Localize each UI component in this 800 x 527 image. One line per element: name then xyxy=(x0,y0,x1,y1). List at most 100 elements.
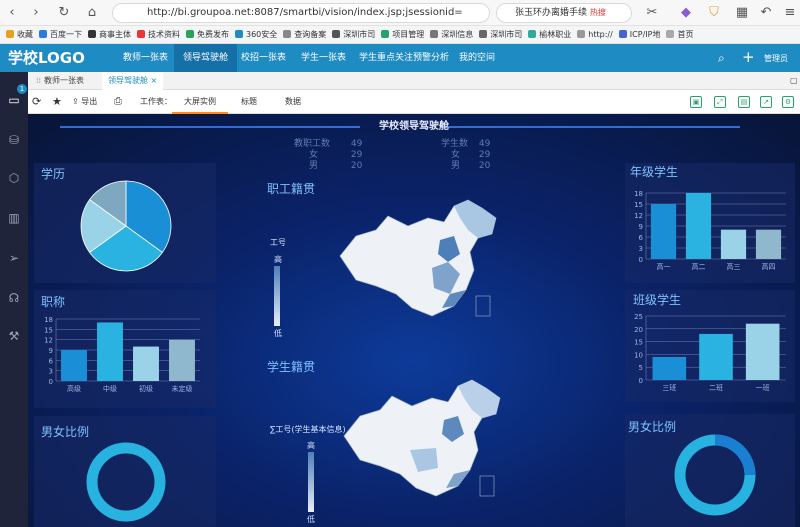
bookmark-item[interactable]: 深圳市司 xyxy=(479,26,522,43)
address-bar[interactable]: http://bi.groupoa.net:8087/smartbi/visio… xyxy=(112,3,490,23)
tab-leader-cockpit[interactable]: 领导驾驶舱 × xyxy=(102,72,164,90)
bookmark-item[interactable]: 收藏 xyxy=(6,26,33,43)
bookmark-icon xyxy=(283,30,292,38)
browser-search-box[interactable]: 张玉环办离婚手续 热搜 xyxy=(496,3,632,23)
headset-icon[interactable]: ☊ xyxy=(6,290,22,306)
stat-value: 29 xyxy=(478,150,491,160)
worksheet-tab-data[interactable]: 数据 xyxy=(278,90,308,114)
bookmark-label: 深圳市司 xyxy=(343,30,376,39)
stat-label: 女 xyxy=(308,150,318,160)
bookmark-label: 项目管理 xyxy=(392,30,425,39)
save-icon[interactable]: ▣ xyxy=(690,96,702,108)
map2-legend-high: 高 xyxy=(307,441,315,450)
y-tick-label: 15 xyxy=(44,326,53,334)
tab-leader-cockpit-label: 领导驾驶舱 xyxy=(108,76,148,85)
menu-item[interactable]: 我的空间 xyxy=(450,44,504,72)
fullscreen-icon[interactable]: ⤢ xyxy=(714,96,726,108)
menu-item[interactable]: 校招一张表 xyxy=(232,44,295,72)
x-tick-label: 高二 xyxy=(692,262,706,271)
worksheet-tab-title[interactable]: 标题 xyxy=(234,90,264,114)
bookmark-item[interactable]: 首页 xyxy=(666,26,693,43)
reload-icon[interactable]: ↻ xyxy=(56,5,72,21)
y-tick-label: 18 xyxy=(634,190,643,198)
monitor-icon[interactable]: ▭ xyxy=(6,92,22,108)
scissors-icon[interactable]: ✂ xyxy=(644,5,660,21)
bookmark-icon xyxy=(430,30,439,38)
stat-value: 20 xyxy=(350,161,363,171)
x-tick-label: 高四 xyxy=(762,262,776,271)
bookmark-item[interactable]: 商事主体 xyxy=(88,26,131,43)
job-title-title: 职称 xyxy=(41,295,66,309)
back-icon[interactable]: ‹ xyxy=(4,5,20,21)
map1-legend-name: 工号 xyxy=(270,238,286,247)
bar xyxy=(755,229,782,259)
refresh-icon[interactable]: ⟳ xyxy=(32,90,41,114)
worksheet-tab-screen[interactable]: 大屏实例 xyxy=(172,90,228,114)
bookmark-item[interactable]: 百度一下 xyxy=(39,26,82,43)
bar xyxy=(745,323,780,380)
bookmark-icon xyxy=(618,30,627,38)
map2-legend-low: 低 xyxy=(307,515,315,524)
x-tick-label: 二班 xyxy=(709,383,723,392)
bar xyxy=(699,333,733,380)
menu-item[interactable]: 教师一张表 xyxy=(114,44,177,72)
bookmark-item[interactable]: 技术资料 xyxy=(137,26,180,43)
print-icon[interactable]: ⎙ xyxy=(114,90,122,114)
bookmark-icon xyxy=(137,30,145,38)
tab-teacher[interactable]: 教师一张表 xyxy=(38,72,90,90)
star-icon[interactable]: ★ xyxy=(52,90,62,114)
y-tick-label: 0 xyxy=(639,256,643,264)
save-as-icon[interactable]: ▤ xyxy=(738,96,750,108)
export-button[interactable]: ⇪ 导出 xyxy=(72,90,97,114)
send-icon[interactable]: ➢ xyxy=(6,250,22,266)
south-sea-inset xyxy=(475,295,491,317)
share-icon[interactable]: ↗ xyxy=(760,96,772,108)
bookmark-item[interactable]: 深圳市司 xyxy=(332,26,376,43)
undo-icon[interactable]: ↶ xyxy=(758,5,774,21)
bookmark-label: 百度一下 xyxy=(50,30,82,39)
dashboard-title: 学校领导驾驶舱 xyxy=(379,121,449,132)
menu-item[interactable]: 学生重点关注预警分析 xyxy=(350,44,458,72)
close-icon[interactable]: × xyxy=(151,76,158,85)
tab-more-icon[interactable]: ▢ xyxy=(784,72,800,90)
bookmark-item[interactable]: 360安全 xyxy=(235,26,277,43)
y-tick-label: 3 xyxy=(639,245,643,253)
student-origin-map xyxy=(343,379,501,497)
bar xyxy=(685,193,712,259)
bar xyxy=(652,356,687,380)
grid-icon[interactable]: ▦ xyxy=(734,5,750,21)
bookmark-item[interactable]: 项目管理 xyxy=(381,26,425,43)
y-tick-label: 0 xyxy=(49,378,53,386)
home-icon[interactable]: ⌂ xyxy=(84,5,100,21)
bookmark-icon xyxy=(88,30,96,38)
bookmark-item[interactable]: ICP/IP地 xyxy=(618,26,660,43)
bookmark-item[interactable]: http:// xyxy=(577,26,613,43)
bookmark-item[interactable]: 查询备案 xyxy=(283,26,326,43)
bookmark-icon xyxy=(235,30,243,38)
menu-icon[interactable]: ≡ xyxy=(782,5,798,21)
donut-segment xyxy=(714,434,756,476)
shield-icon[interactable]: ⛉ xyxy=(706,5,722,21)
search-icon[interactable]: ⌕ xyxy=(718,51,725,66)
bookmark-item[interactable]: 榆林职业 xyxy=(528,26,571,43)
tools-icon[interactable]: ⚒ xyxy=(6,328,22,344)
bookmark-item[interactable]: 深圳信息 xyxy=(430,26,473,43)
add-icon[interactable]: + xyxy=(742,48,755,66)
education-title: 学历 xyxy=(41,167,66,181)
extension-icon[interactable]: ◆ xyxy=(678,5,694,21)
cube-icon[interactable]: ⬡ xyxy=(6,170,22,186)
bar-chart-icon[interactable]: ▥ xyxy=(6,210,22,226)
bookmark-icon xyxy=(186,30,194,38)
database-icon[interactable]: ⛁ xyxy=(6,132,22,148)
y-tick-label: 12 xyxy=(634,212,643,220)
y-tick-label: 3 xyxy=(49,368,53,376)
stat-student: 学生数 49 女 29 男 20 xyxy=(434,139,524,172)
forward-icon[interactable]: › xyxy=(28,5,44,21)
class-bar-chart: 0 5 10 15 20 25 三班 二班 一班 xyxy=(634,313,786,392)
menu-item[interactable]: 领导驾驶舱 xyxy=(174,44,238,72)
map1-legend-low: 低 xyxy=(274,329,282,338)
menu-item[interactable]: 学生一张表 xyxy=(292,44,355,72)
settings-icon[interactable]: ⚙ xyxy=(782,96,794,108)
bookmark-item[interactable]: 免费发布 xyxy=(186,26,229,43)
user-menu[interactable]: 管理员 xyxy=(764,53,788,64)
